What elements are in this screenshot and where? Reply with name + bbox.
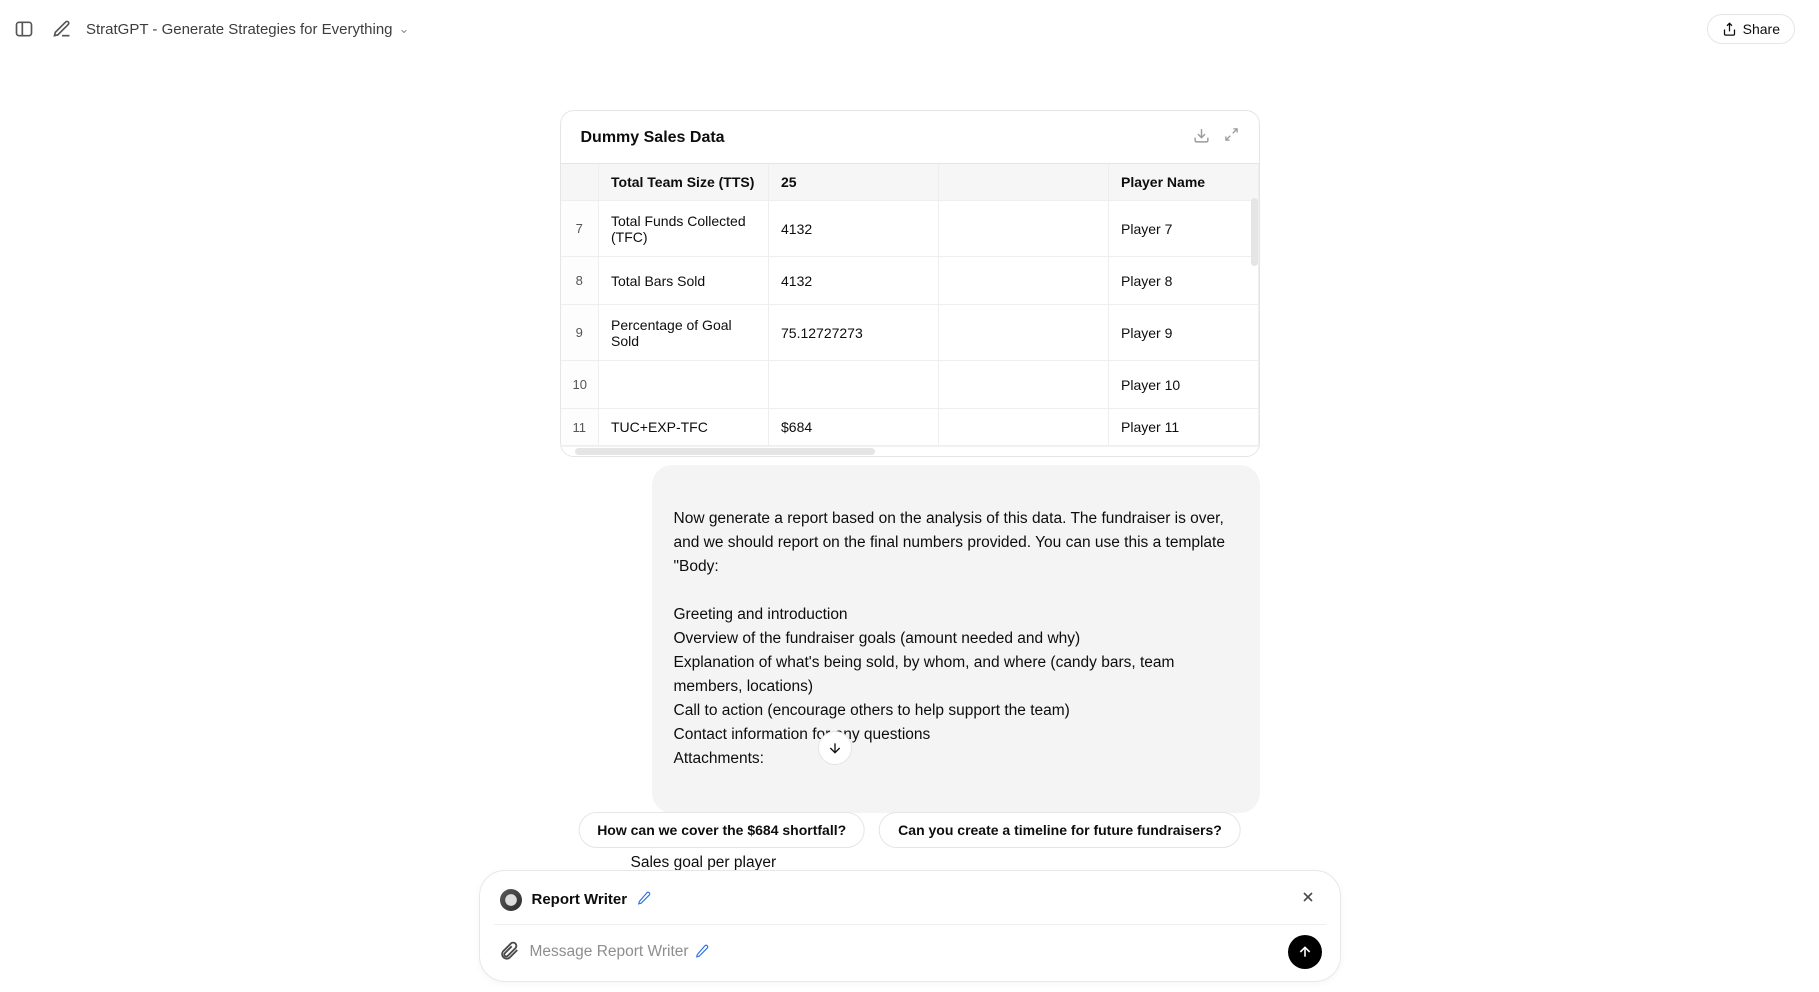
card-title: Dummy Sales Data bbox=[581, 129, 725, 147]
sidebar-toggle-icon[interactable] bbox=[10, 15, 38, 43]
share-label: Share bbox=[1743, 21, 1780, 37]
horizontal-scrollbar-thumb[interactable] bbox=[575, 448, 875, 455]
top-bar: StratGPT - Generate Strategies for Every… bbox=[0, 0, 1819, 58]
message-input[interactable]: Message Report Writer bbox=[530, 943, 1278, 961]
vertical-scrollbar[interactable] bbox=[1251, 198, 1258, 266]
suggestion-row: How can we cover the $684 shortfall? Can… bbox=[578, 812, 1241, 848]
cell: 4132 bbox=[769, 257, 939, 305]
col-header-d: Player Name bbox=[1109, 164, 1259, 201]
scroll-to-bottom-button[interactable] bbox=[818, 731, 852, 765]
cell: Percentage of Goal Sold bbox=[599, 305, 769, 361]
download-icon[interactable] bbox=[1193, 127, 1210, 149]
cell: Player 8 bbox=[1109, 257, 1259, 305]
horizontal-scrollbar-track[interactable] bbox=[561, 446, 1259, 456]
card-header-icons bbox=[1193, 127, 1239, 149]
cell bbox=[939, 257, 1109, 305]
cell bbox=[769, 361, 939, 409]
table-row: 8 Total Bars Sold 4132 Player 8 bbox=[561, 257, 1259, 305]
cell bbox=[939, 305, 1109, 361]
composer-input-row: Message Report Writer bbox=[494, 933, 1326, 971]
chevron-down-icon: ⌄ bbox=[399, 21, 410, 37]
suggestion-chip[interactable]: Can you create a timeline for future fun… bbox=[879, 812, 1241, 848]
row-number: 7 bbox=[561, 201, 599, 257]
composer: Report Writer Message Report Writer bbox=[479, 870, 1341, 982]
row-number: 9 bbox=[561, 305, 599, 361]
user-message: Now generate a report based on the analy… bbox=[652, 465, 1260, 813]
col-header-a: Total Team Size (TTS) bbox=[599, 164, 769, 201]
app-title: StratGPT - Generate Strategies for Every… bbox=[86, 21, 393, 38]
persona-name: Report Writer bbox=[532, 891, 628, 908]
pencil-icon[interactable] bbox=[637, 891, 651, 908]
col-header-c bbox=[939, 164, 1109, 201]
cell: Player 10 bbox=[1109, 361, 1259, 409]
row-number: 8 bbox=[561, 257, 599, 305]
cell: Player 9 bbox=[1109, 305, 1259, 361]
data-card: Dummy Sales Data Total Team Size (TTS) 2… bbox=[560, 110, 1260, 457]
cell: Player 7 bbox=[1109, 201, 1259, 257]
new-chat-icon[interactable] bbox=[48, 15, 76, 43]
cell bbox=[939, 201, 1109, 257]
table-row: 7 Total Funds Collected (TFC) 4132 Playe… bbox=[561, 201, 1259, 257]
message-placeholder: Message Report Writer bbox=[530, 943, 689, 961]
suggestion-chip[interactable]: How can we cover the $684 shortfall? bbox=[578, 812, 865, 848]
cell: TUC+EXP-TFC bbox=[599, 409, 769, 446]
row-number-header bbox=[561, 164, 599, 201]
col-header-b: 25 bbox=[769, 164, 939, 201]
cell: 75.12727273 bbox=[769, 305, 939, 361]
cell bbox=[599, 361, 769, 409]
table-row: 9 Percentage of Goal Sold 75.12727273 Pl… bbox=[561, 305, 1259, 361]
card-header: Dummy Sales Data bbox=[561, 111, 1259, 163]
row-number: 11 bbox=[561, 409, 599, 446]
close-persona-icon[interactable] bbox=[1296, 885, 1320, 914]
cell: 4132 bbox=[769, 201, 939, 257]
table-row: 11 TUC+EXP-TFC $684 Player 11 bbox=[561, 409, 1259, 446]
composer-persona-row: Report Writer bbox=[494, 883, 1326, 925]
cell: Total Bars Sold bbox=[599, 257, 769, 305]
conversation-area: Dummy Sales Data Total Team Size (TTS) 2… bbox=[560, 60, 1260, 813]
cell: $684 bbox=[769, 409, 939, 446]
table-row: 10 Player 10 bbox=[561, 361, 1259, 409]
cell bbox=[939, 361, 1109, 409]
top-bar-left: StratGPT - Generate Strategies for Every… bbox=[10, 15, 409, 43]
send-button[interactable] bbox=[1288, 935, 1322, 969]
pencil-icon bbox=[695, 944, 709, 961]
expand-icon[interactable] bbox=[1224, 127, 1239, 149]
data-table-wrap: Total Team Size (TTS) 25 Player Name 7 T… bbox=[561, 163, 1259, 456]
app-title-dropdown[interactable]: StratGPT - Generate Strategies for Every… bbox=[86, 21, 409, 38]
cell: Player 11 bbox=[1109, 409, 1259, 446]
cell bbox=[939, 409, 1109, 446]
user-message-text: Now generate a report based on the analy… bbox=[674, 510, 1225, 767]
persona-left: Report Writer bbox=[500, 889, 652, 911]
persona-avatar-icon bbox=[500, 889, 522, 911]
data-table: Total Team Size (TTS) 25 Player Name 7 T… bbox=[561, 164, 1260, 446]
attachment-icon[interactable] bbox=[498, 939, 520, 966]
cell: Total Funds Collected (TFC) bbox=[599, 201, 769, 257]
share-button[interactable]: Share bbox=[1707, 14, 1795, 44]
row-number: 10 bbox=[561, 361, 599, 409]
